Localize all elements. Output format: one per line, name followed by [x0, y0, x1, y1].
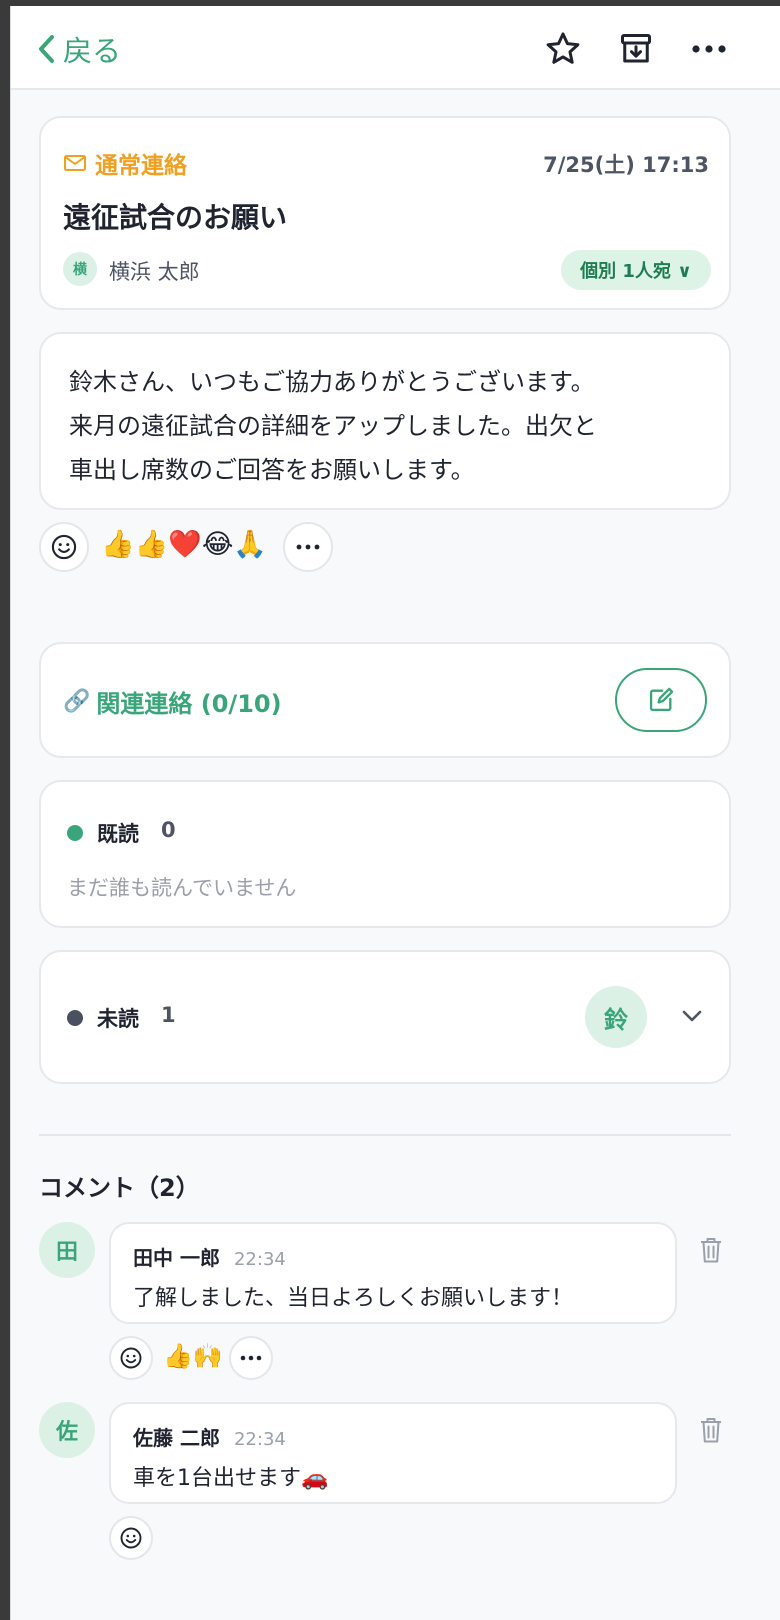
message-info-card: 通常連絡 7/25(土) 17:13 遠征試合のお願い 横 横浜 太郎 個別 1…	[39, 116, 731, 310]
message-reactions[interactable]: 👍👍❤️😂🙏	[101, 528, 267, 560]
comment-author: 田中 一郎	[133, 1246, 220, 1270]
app-frame: 戻る 通常連絡 7/25(土) 17:13 遠征試合のお願い 横 横浜 太郎 個…	[10, 6, 780, 1620]
unread-status-card[interactable]: 未読 1 鈴	[39, 950, 731, 1084]
trash-icon	[701, 1418, 721, 1443]
back-button[interactable]: 戻る	[37, 28, 121, 70]
star-button[interactable]	[542, 28, 584, 70]
more-reactions-button[interactable]	[283, 522, 333, 572]
message-body-line: 車出し席数のご回答をお願いします。	[69, 456, 475, 484]
comment-text: 了解しました、当日よろしくお願いします！	[133, 1286, 574, 1311]
unread-user-avatar: 鈴	[585, 986, 647, 1048]
read-status-dot	[67, 825, 83, 841]
smiley-icon	[120, 1527, 142, 1549]
back-label: 戻る	[63, 34, 122, 68]
message-body-line: 来月の遠征試合の詳細をアップしました。出欠と	[69, 412, 597, 440]
comment-time: 22:34	[233, 1249, 286, 1270]
star-icon	[546, 32, 580, 64]
comment-bubble: 田中 一郎 22:34 了解しました、当日よろしくお願いします！	[109, 1222, 677, 1324]
add-related-button[interactable]	[615, 668, 707, 732]
read-status-card: 既読 0 まだ誰も読んでいません	[39, 780, 731, 928]
section-divider	[39, 1134, 731, 1136]
comment-reactions[interactable]: 👍🙌	[163, 1342, 223, 1370]
add-reaction-button[interactable]	[39, 522, 89, 572]
read-label: 既読	[97, 822, 139, 846]
more-horizontal-icon	[296, 544, 320, 550]
category-label: 通常連絡	[95, 153, 187, 179]
chevron-down-icon	[682, 1010, 702, 1022]
more-horizontal-icon	[692, 45, 726, 53]
delete-comment-button[interactable]	[699, 1416, 723, 1448]
more-menu-button[interactable]	[688, 28, 730, 70]
read-count: 0	[161, 818, 176, 842]
read-empty-text: まだ誰も読んでいません	[67, 876, 297, 900]
message-body: 鈴木さん、いつもご協力ありがとうございます。 来月の遠征試合の詳細をアップしまし…	[69, 360, 597, 492]
comment-author-avatar: 田	[39, 1222, 95, 1278]
recipient-badge[interactable]: 個別 1人宛 ∨	[561, 250, 711, 290]
category-row: 通常連絡	[63, 146, 187, 180]
chevron-left-icon	[39, 35, 54, 63]
more-horizontal-icon	[240, 1355, 262, 1361]
more-reactions-button[interactable]	[229, 1336, 273, 1380]
add-comment-reaction-button[interactable]	[109, 1516, 153, 1560]
edit-icon	[649, 687, 674, 712]
archive-download-icon	[621, 34, 651, 63]
smiley-icon	[120, 1347, 142, 1369]
related-messages-card: 🔗 関連連絡 (0/10)	[39, 642, 731, 758]
related-row: 🔗 関連連絡 (0/10)	[63, 684, 282, 719]
comment-meta: 佐藤 二郎 22:34	[133, 1422, 286, 1451]
message-body-card: 鈴木さん、いつもご協力ありがとうございます。 来月の遠征試合の詳細をアップしまし…	[39, 332, 731, 510]
expand-button[interactable]	[681, 1008, 703, 1028]
comments-heading: コメント（2）	[39, 1174, 200, 1202]
sender-name: 横浜 太郎	[109, 260, 200, 284]
comment-meta: 田中 一郎 22:34	[133, 1242, 286, 1271]
unread-label: 未読	[97, 1007, 139, 1031]
message-datetime: 7/25(土) 17:13	[543, 153, 709, 177]
unread-count: 1	[161, 1003, 176, 1027]
comment-author-avatar: 佐	[39, 1402, 95, 1458]
mail-icon	[64, 155, 86, 171]
sender-avatar: 横	[63, 252, 97, 286]
add-comment-reaction-button[interactable]	[109, 1336, 153, 1380]
comment-time: 22:34	[233, 1429, 286, 1450]
archive-button[interactable]	[615, 28, 657, 70]
link-icon: 🔗	[63, 689, 91, 714]
top-bar: 戻る	[11, 6, 780, 90]
unread-status-dot	[67, 1010, 83, 1026]
message-body-line: 鈴木さん、いつもご協力ありがとうございます。	[69, 368, 595, 396]
delete-comment-button[interactable]	[699, 1236, 723, 1268]
comment-author: 佐藤 二郎	[133, 1426, 220, 1450]
related-label: 関連連絡 (0/10)	[96, 690, 282, 718]
comment-text: 車を1台出せます🚗	[133, 1466, 329, 1491]
smiley-icon	[51, 534, 77, 560]
message-title: 遠征試合のお願い	[63, 201, 288, 234]
comment-bubble: 佐藤 二郎 22:34 車を1台出せます🚗	[109, 1402, 677, 1504]
trash-icon	[701, 1238, 721, 1263]
